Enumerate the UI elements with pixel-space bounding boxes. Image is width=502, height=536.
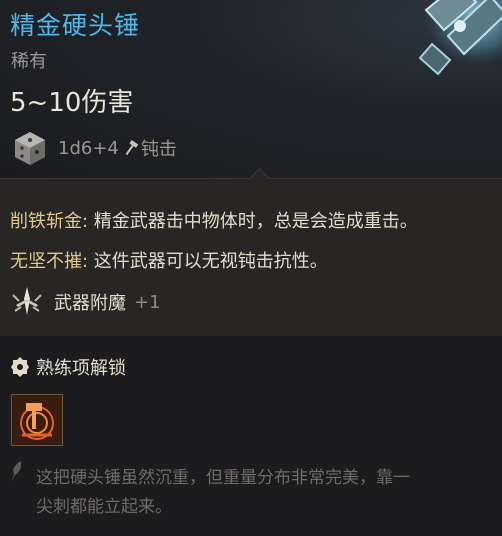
proficiency-slot[interactable] <box>11 394 63 446</box>
damage-type: 钝击 <box>140 139 177 160</box>
damage-dice-row: 1d6+4 钝击 <box>12 130 177 166</box>
proficiency-section: 熟练项解锁 这把硬头锤虽然沉重，但重量分布非常完美，靠一 尖刺都能立起来。 <box>0 336 502 536</box>
mace-head-art <box>418 0 502 76</box>
passive-2[interactable]: 无坚不摧: 这件武器可以无视钝击抗性。 <box>10 247 328 273</box>
hammer-icon <box>125 139 139 156</box>
enchant-row[interactable]: 武器附魔 +1 <box>10 285 161 319</box>
enchant-sword-icon <box>12 287 42 315</box>
damage-dice: 1d6+4 <box>58 137 119 159</box>
item-tooltip: 精金硬头锤 稀有 5~10伤害 1d6+4 钝击 削铁斩金: 精金武器击中物体时… <box>0 0 502 536</box>
d6-dice-icon <box>15 132 45 165</box>
passive-desc: 这件武器可以无视钝击抗性。 <box>88 251 328 272</box>
passive-name: 削铁斩金: <box>10 211 89 232</box>
quill-icon <box>12 461 22 481</box>
unlock-icon <box>11 357 29 377</box>
item-name: 精金硬头锤 <box>10 11 141 40</box>
enchant-value: +1 <box>134 291 161 313</box>
proficiency-header: 熟练项解锁 <box>10 354 126 380</box>
smash-proficiency-icon <box>12 395 62 445</box>
proficiency-title: 熟练项解锁 <box>36 358 126 379</box>
damage-range: 5~10伤害 <box>10 88 134 118</box>
tooltip-header: 精金硬头锤 稀有 5~10伤害 1d6+4 钝击 <box>0 0 502 178</box>
item-rarity: 稀有 <box>11 51 47 72</box>
passive-1[interactable]: 削铁斩金: 精金武器击中物体时，总是会造成重击。 <box>10 207 418 233</box>
passives-section: 削铁斩金: 精金武器击中物体时，总是会造成重击。 无坚不摧: 这件武器可以无视钝… <box>0 167 502 337</box>
flavor-text: 这把硬头锤虽然沉重，但重量分布非常完美，靠一 尖刺都能立起来。 <box>36 468 410 517</box>
passive-name: 无坚不摧: <box>10 251 89 272</box>
passive-desc: 精金武器击中物体时，总是会造成重击。 <box>88 211 418 232</box>
enchant-label: 武器附魔 <box>54 293 126 314</box>
